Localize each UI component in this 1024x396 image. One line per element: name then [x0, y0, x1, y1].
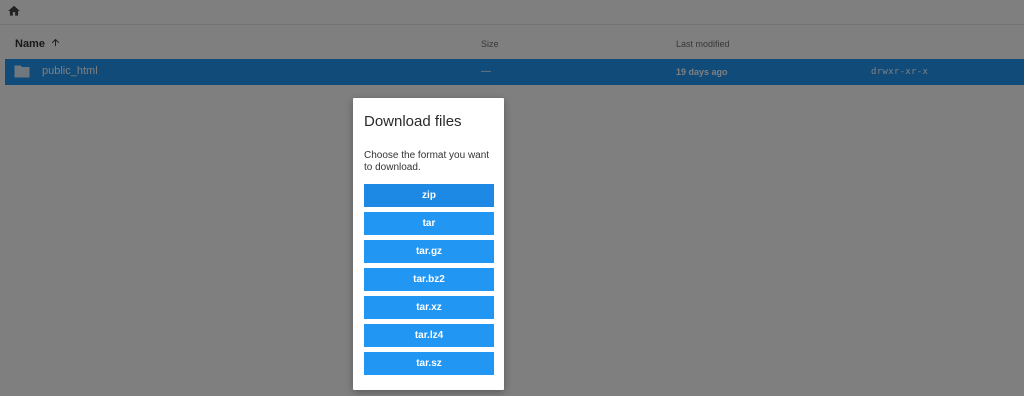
download-dialog: Download files Choose the format you wan…	[353, 98, 504, 390]
format-button-zip[interactable]: zip	[364, 184, 494, 207]
format-button-tar[interactable]: tar	[364, 212, 494, 235]
format-button-tar-lz4[interactable]: tar.lz4	[364, 324, 494, 347]
dialog-message: Choose the format you want to download.	[364, 150, 490, 173]
format-button-tar-sz[interactable]: tar.sz	[364, 352, 494, 375]
modal-overlay[interactable]	[0, 0, 1024, 396]
file-manager: Name Size Last modified public_html — 19…	[0, 0, 1024, 396]
format-button-tar-xz[interactable]: tar.xz	[364, 296, 494, 319]
format-button-tar-bz2[interactable]: tar.bz2	[364, 268, 494, 291]
format-button-tar-gz[interactable]: tar.gz	[364, 240, 494, 263]
dialog-title: Download files	[364, 113, 462, 130]
